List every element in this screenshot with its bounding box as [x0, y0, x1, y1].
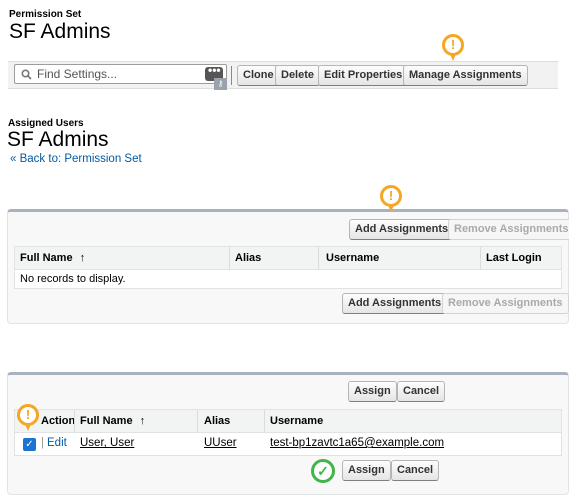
assigned-users-table: Full Name ↑ Alias Username Last Login No…	[14, 246, 562, 289]
back-prefix: «	[10, 153, 17, 165]
column-username[interactable]: Username	[326, 252, 379, 264]
column-action: Action	[41, 415, 76, 427]
sort-arrow-icon: ↑	[139, 415, 146, 427]
key-icon: ⚷	[214, 78, 227, 90]
table-header-row: Full Name ↑ Alias Username Last Login	[15, 247, 561, 270]
column-alias[interactable]: Alias	[235, 252, 261, 264]
assign-top-button[interactable]: Assign	[348, 381, 397, 402]
back-to-permission-set-link[interactable]: Back to: Permission Set	[20, 153, 142, 165]
assigned-users-title: SF Admins	[7, 128, 109, 151]
edit-properties-button[interactable]: Edit Properties	[318, 65, 409, 86]
sort-arrow-icon: ↑	[79, 252, 86, 264]
column-username[interactable]: Username	[270, 415, 323, 427]
row-select-checkbox[interactable]: ✓	[23, 438, 36, 451]
remove-assignments-bottom-button[interactable]: Remove Assignments	[442, 293, 569, 314]
action-separator: |	[41, 437, 44, 449]
edit-link[interactable]: Edit	[47, 437, 67, 449]
search-input[interactable]: Find Settings...	[14, 64, 227, 84]
warning-marker-manage: !	[442, 34, 464, 61]
add-assignments-top-button[interactable]: Add Assignments	[349, 219, 455, 240]
clone-button[interactable]: Clone	[237, 65, 280, 86]
page-title: SF Admins	[9, 20, 111, 43]
back-link-row: « Back to: Permission Set	[10, 153, 142, 165]
remove-assignments-top-button[interactable]: Remove Assignments	[448, 219, 569, 240]
warning-marker-add: !	[380, 185, 402, 212]
search-icon	[21, 69, 32, 80]
assign-users-table: Action Full Name ↑ Alias Username ✓ | Ed…	[14, 409, 562, 456]
success-check-icon: ✓	[311, 459, 335, 483]
assign-bottom-button[interactable]: Assign	[342, 460, 391, 481]
toolbar-divider	[231, 66, 232, 85]
add-assignments-bottom-button[interactable]: Add Assignments	[342, 293, 448, 314]
column-full-name[interactable]: Full Name ↑	[80, 415, 145, 427]
full-name-link[interactable]: User, User	[80, 437, 134, 449]
manage-assignments-button[interactable]: Manage Assignments	[403, 65, 528, 86]
cancel-top-button[interactable]: Cancel	[397, 381, 446, 402]
alias-link[interactable]: UUser	[204, 437, 237, 449]
table-header-row: Action Full Name ↑ Alias Username	[15, 410, 561, 433]
column-alias[interactable]: Alias	[204, 415, 230, 427]
delete-button[interactable]: Delete	[275, 65, 321, 86]
warning-marker-checkbox: !	[17, 404, 39, 431]
search-placeholder: Find Settings...	[37, 67, 118, 81]
column-full-name[interactable]: Full Name ↑	[20, 252, 85, 264]
column-last-login[interactable]: Last Login	[486, 252, 542, 264]
cancel-bottom-button[interactable]: Cancel	[391, 460, 440, 481]
empty-message: No records to display.	[20, 273, 126, 285]
username-link[interactable]: test-bp1zavtc1a65@example.com	[270, 437, 444, 449]
page-label: Permission Set	[9, 9, 82, 20]
